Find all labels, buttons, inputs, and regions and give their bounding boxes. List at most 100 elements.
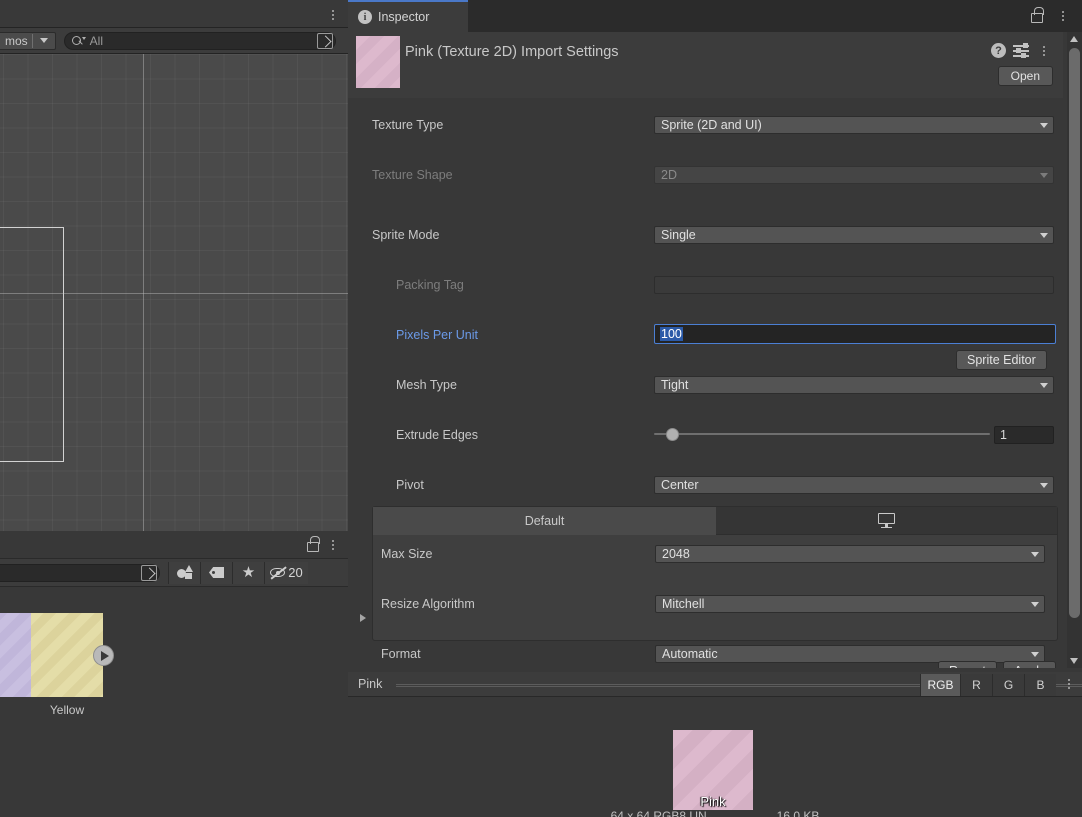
info-icon: i <box>358 10 372 24</box>
asset-preview-thumbnail <box>356 36 400 88</box>
assets-grid[interactable]: Yellow <box>0 587 348 817</box>
sprite-mode-dropdown[interactable]: Single <box>654 226 1054 244</box>
chevron-down-icon[interactable] <box>40 38 48 43</box>
property-row-texture-shape: Texture Shape 2D <box>348 162 1063 187</box>
property-row-packing-tag: Packing Tag <box>348 272 1063 297</box>
pivot-dropdown[interactable]: Center <box>654 476 1054 494</box>
dropdown-value: Automatic <box>662 647 718 661</box>
property-label: Texture Type <box>372 118 443 132</box>
list-item[interactable]: Yellow <box>31 613 103 717</box>
object-filter-button[interactable] <box>168 562 200 584</box>
open-button[interactable]: Open <box>998 66 1053 86</box>
platform-settings-box: Default Max Size 2048 Resize Algorithm M… <box>372 506 1058 641</box>
property-label: Packing Tag <box>396 278 464 292</box>
favorites-filter-button[interactable]: ★ <box>232 562 264 584</box>
property-label: Mesh Type <box>396 378 457 392</box>
label-filter-button[interactable] <box>200 562 232 584</box>
preview-dimensions: 64 x 64 RGB8 UN <box>611 809 707 817</box>
preview-toolbar: Pink RGB R G B <box>348 671 1082 697</box>
gizmos-label: mos <box>1 34 32 48</box>
gizmos-dropdown-button[interactable]: mos <box>0 32 56 50</box>
mesh-type-dropdown[interactable]: Tight <box>654 376 1054 394</box>
channel-toggle-group: RGB R G B <box>920 674 1056 696</box>
expand-asset-arrow[interactable] <box>93 645 114 666</box>
dropdown-value: Sprite (2D and UI) <box>661 118 762 132</box>
dropdown-value: Center <box>661 478 699 492</box>
preview-file-size: 16.0 KB <box>777 809 820 817</box>
channel-g-button[interactable]: G <box>992 674 1024 696</box>
sprite-editor-button[interactable]: Sprite Editor <box>956 350 1047 370</box>
scene-search-input[interactable]: All <box>64 32 336 50</box>
scroll-down-arrow-icon[interactable] <box>1070 658 1078 664</box>
dropdown-value: Mitchell <box>662 597 704 611</box>
lock-icon[interactable] <box>307 536 320 551</box>
tab-standalone-platform[interactable] <box>716 507 1057 535</box>
property-row-sprite-mode: Sprite Mode Single <box>348 222 1063 247</box>
texture-shape-dropdown: 2D <box>654 166 1054 184</box>
property-row-mesh-type: Mesh Type Tight <box>348 372 1063 397</box>
help-icon[interactable]: ? <box>991 43 1006 58</box>
property-label: Max Size <box>381 547 432 561</box>
chevron-down-icon <box>1040 123 1048 128</box>
tab-label: Default <box>525 514 565 528</box>
kebab-menu-icon[interactable] <box>1062 675 1076 693</box>
slider-handle[interactable] <box>666 428 679 441</box>
property-row-texture-type: Texture Type Sprite (2D and UI) <box>348 112 1063 137</box>
left-column: mos All <box>0 0 348 817</box>
asset-label: Yellow <box>31 703 103 717</box>
expand-search-icon[interactable] <box>317 33 333 49</box>
expand-search-icon[interactable] <box>141 565 157 581</box>
project-search-input[interactable] <box>0 564 160 582</box>
scroll-up-arrow-icon[interactable] <box>1070 36 1078 42</box>
chevron-down-icon <box>1040 173 1048 178</box>
property-row-pixels-per-unit: Pixels Per Unit 100 <box>348 322 1063 347</box>
project-filter-buttons: ★ 20 <box>168 562 308 584</box>
property-row-extrude-edges: Extrude Edges 1 <box>348 422 1063 447</box>
property-label: Format <box>381 647 421 661</box>
scene-toolbar: mos All <box>0 28 348 54</box>
scene-view-panel: mos All <box>0 0 348 531</box>
dropdown-value: Single <box>661 228 696 242</box>
max-size-dropdown[interactable]: 2048 <box>655 545 1045 563</box>
tab-default-platform[interactable]: Default <box>373 507 716 535</box>
hidden-assets-button[interactable]: 20 <box>264 562 308 584</box>
kebab-menu-icon[interactable] <box>326 6 340 24</box>
scrollbar-thumb[interactable] <box>1069 48 1080 618</box>
kebab-menu-icon[interactable] <box>1056 7 1070 25</box>
inspector-scrollbar[interactable] <box>1067 32 1082 668</box>
tab-label: Inspector <box>378 10 429 24</box>
texture-type-dropdown[interactable]: Sprite (2D and UI) <box>654 116 1054 134</box>
kebab-menu-icon[interactable] <box>326 536 340 554</box>
label-tag-icon <box>209 567 224 578</box>
channel-rgb-button[interactable]: RGB <box>920 674 960 696</box>
chevron-right-icon[interactable] <box>360 614 366 622</box>
scene-grid-canvas[interactable] <box>0 54 348 531</box>
dropdown-value: 2048 <box>662 547 690 561</box>
lock-icon[interactable] <box>1031 7 1044 22</box>
platform-tabs: Default <box>373 507 1057 535</box>
monitor-icon <box>878 513 895 528</box>
scene-search-placeholder: All <box>90 34 103 48</box>
chevron-down-icon <box>1031 602 1039 607</box>
preset-settings-icon[interactable] <box>1013 43 1029 57</box>
property-label: Texture Shape <box>372 168 453 182</box>
property-label: Extrude Edges <box>396 428 478 442</box>
kebab-menu-icon[interactable] <box>1037 42 1051 60</box>
scene-selection-rect[interactable] <box>0 227 64 462</box>
channel-r-button[interactable]: R <box>960 674 992 696</box>
input-value: 1 <box>1000 428 1007 442</box>
chevron-down-icon <box>1040 383 1048 388</box>
format-dropdown[interactable]: Automatic <box>655 645 1045 663</box>
pixels-per-unit-input[interactable]: 100 <box>654 324 1056 344</box>
hidden-assets-count: 20 <box>288 565 302 580</box>
extrude-edges-slider[interactable] <box>654 433 990 435</box>
extrude-edges-value-input[interactable]: 1 <box>994 426 1054 444</box>
property-row-resize-algorithm: Resize Algorithm Mitchell <box>373 591 1057 616</box>
tab-inspector[interactable]: i Inspector <box>348 0 468 32</box>
eye-hidden-icon <box>270 566 287 579</box>
property-label: Pixels Per Unit <box>396 328 478 342</box>
packing-tag-input[interactable] <box>654 276 1054 294</box>
channel-b-button[interactable]: B <box>1024 674 1056 696</box>
chevron-down-icon <box>1040 483 1048 488</box>
resize-algorithm-dropdown[interactable]: Mitchell <box>655 595 1045 613</box>
